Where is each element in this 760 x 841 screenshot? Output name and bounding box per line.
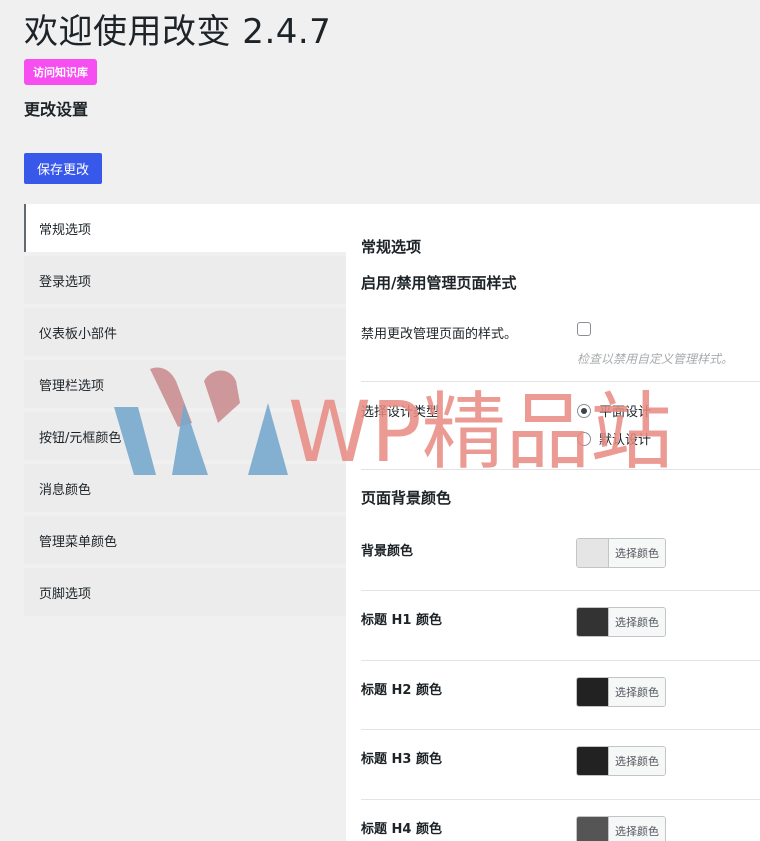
h1-color-picker[interactable]: 选择颜色 (576, 607, 666, 637)
tab-label: 管理菜单颜色 (39, 534, 118, 550)
bg-color-heading: 页面背景颜色 (361, 489, 452, 507)
h3-color-picker[interactable]: 选择颜色 (576, 746, 666, 776)
tab-admin-menu-colors[interactable]: 管理菜单颜色 (24, 516, 346, 564)
radio-selected-icon (577, 403, 591, 418)
color-label: 标题 H3 颜色 (361, 752, 442, 767)
color-label: 背景颜色 (361, 544, 414, 559)
pick-color-button[interactable]: 选择颜色 (608, 817, 665, 841)
pick-color-button[interactable]: 选择颜色 (608, 539, 665, 567)
color-swatch (577, 747, 608, 775)
tab-label: 消息颜色 (39, 482, 92, 498)
tab-label: 管理栏选项 (39, 378, 105, 394)
pick-color-button[interactable]: 选择颜色 (608, 608, 665, 636)
tab-label: 常规选项 (39, 222, 92, 238)
pick-color-button[interactable]: 选择颜色 (608, 678, 665, 706)
disable-style-hint: 检查以禁用自定义管理样式。 (577, 352, 734, 366)
settings-heading: 更改设置 (24, 100, 89, 119)
page-title: 欢迎使用改变 2.4.7 (24, 12, 332, 52)
tab-login[interactable]: 登录选项 (24, 256, 346, 304)
divider (361, 469, 760, 470)
design-option-label: 平面设计 (599, 405, 652, 420)
tab-label: 页脚选项 (39, 586, 92, 602)
disable-style-checkbox[interactable] (577, 322, 591, 336)
color-swatch (577, 817, 608, 841)
radio-icon (577, 431, 591, 446)
color-swatch (577, 678, 608, 706)
tab-admin-bar[interactable]: 管理栏选项 (24, 360, 346, 408)
color-label: 标题 H2 颜色 (361, 683, 442, 698)
design-option-label: 默认设计 (599, 433, 652, 448)
color-label: 标题 H4 颜色 (361, 822, 442, 837)
settings-panel: 常规选项 启用/禁用管理页面样式 禁用更改管理页面的样式。 检查以禁用自定义管理… (346, 204, 760, 841)
tab-button-colors[interactable]: 按钮/元框颜色 (24, 412, 346, 460)
pick-color-button[interactable]: 选择颜色 (608, 747, 665, 775)
divider (361, 729, 760, 730)
divider (361, 799, 760, 800)
bg-color-picker[interactable]: 选择颜色 (576, 538, 666, 568)
tab-label: 仪表板小部件 (39, 326, 118, 342)
tab-label: 登录选项 (39, 274, 92, 290)
design-option-default[interactable]: 默认设计 (577, 429, 651, 448)
settings-tabs: 常规选项 登录选项 仪表板小部件 管理栏选项 按钮/元框颜色 消息颜色 管理菜单… (24, 204, 346, 620)
disable-style-label: 禁用更改管理页面的样式。 (361, 327, 518, 342)
knowledge-base-link[interactable]: 访问知识库 (24, 59, 97, 85)
tab-label: 按钮/元框颜色 (39, 430, 122, 446)
section-title: 常规选项 (361, 238, 422, 256)
tab-general[interactable]: 常规选项 (24, 204, 346, 252)
h4-color-picker[interactable]: 选择颜色 (576, 816, 666, 841)
divider (361, 381, 760, 382)
save-button[interactable]: 保存更改 (24, 153, 102, 184)
color-swatch (577, 608, 608, 636)
tab-footer[interactable]: 页脚选项 (24, 568, 346, 616)
h2-color-picker[interactable]: 选择颜色 (576, 677, 666, 707)
admin-style-heading: 启用/禁用管理页面样式 (361, 274, 517, 292)
design-option-flat[interactable]: 平面设计 (577, 401, 651, 420)
divider (361, 660, 760, 661)
color-swatch (577, 539, 608, 567)
design-type-label: 选择设计类型 (361, 405, 440, 420)
tab-dashboard-widgets[interactable]: 仪表板小部件 (24, 308, 346, 356)
color-label: 标题 H1 颜色 (361, 613, 442, 628)
tab-message-colors[interactable]: 消息颜色 (24, 464, 346, 512)
divider (361, 590, 760, 591)
